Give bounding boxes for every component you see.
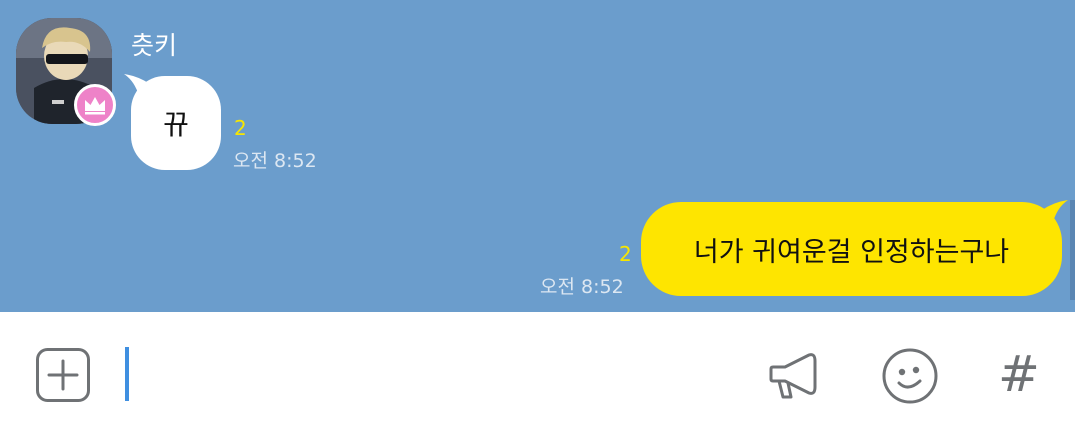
crown-icon: [74, 84, 116, 126]
outgoing-message-bubble[interactable]: 너가 귀여운걸 인정하는구나: [641, 202, 1062, 296]
plus-square-icon[interactable]: [36, 348, 90, 402]
hashtag-search-button[interactable]: #: [995, 344, 1043, 404]
incoming-timestamp: 오전 8:52: [233, 150, 317, 172]
outgoing-unread-count: 2: [619, 242, 632, 266]
incoming-message-bubble[interactable]: 뀨: [131, 76, 221, 170]
megaphone-icon[interactable]: [769, 349, 823, 401]
chat-area[interactable]: 츳키 뀨 2 오전 8:52 2 오전 8:52 너가 귀여운걸 인정하는구나: [0, 0, 1075, 312]
outgoing-timestamp: 오전 8:52: [540, 276, 624, 298]
incoming-unread-count: 2: [234, 116, 247, 140]
outgoing-message-text: 너가 귀여운걸 인정하는구나: [693, 236, 1010, 268]
scroll-indicator: [1070, 200, 1075, 300]
incoming-message-text: 뀨: [163, 108, 189, 141]
sender-name: 츳키: [131, 31, 178, 60]
message-input-field[interactable]: [125, 347, 129, 401]
emoticon-icon[interactable]: [880, 346, 940, 406]
